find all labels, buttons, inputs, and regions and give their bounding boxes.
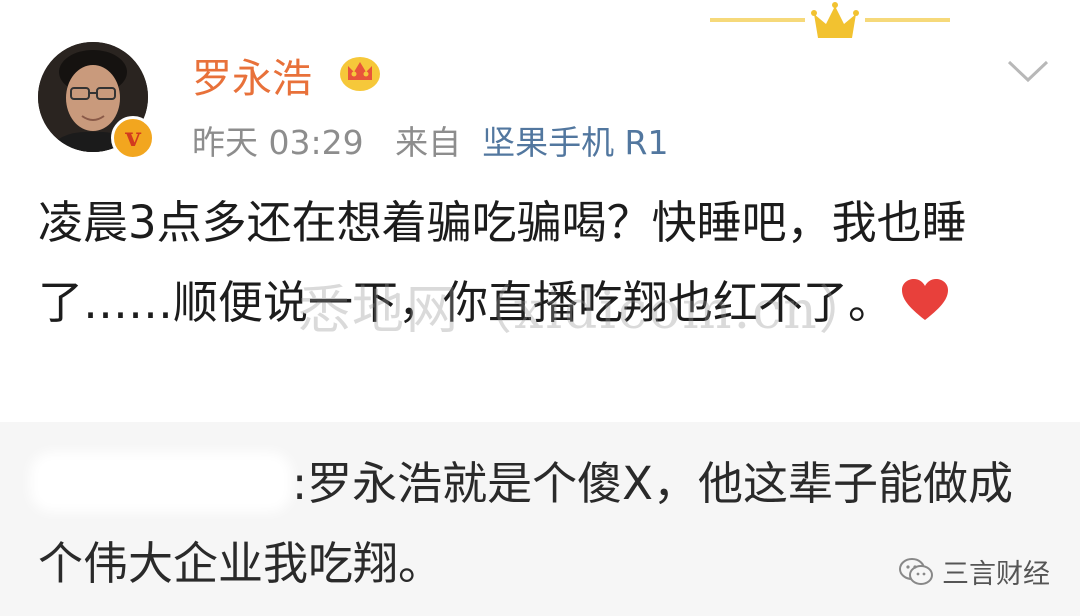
source-link[interactable]: 坚果手机 R1 [482,123,668,162]
post-time: 昨天 03:29 [192,123,364,162]
heart-icon [902,279,949,320]
post-body: 凌晨3点多还在想着骗吃骗喝？快睡吧，我也睡了……顺便说一下，你直播吃翔也红不了。 [38,183,1048,343]
quoted-comment-text: :罗永浩就是个傻X，他这辈子能做成个伟大企业我吃翔。 [38,457,1013,590]
post-text: 凌晨3点多还在想着骗吃骗喝？快睡吧，我也睡了……顺便说一下，你直播吃翔也红不了。 [38,196,967,329]
chevron-down-icon[interactable] [1006,58,1050,84]
crown-decoration-icon [710,2,950,38]
verified-badge-icon: v [111,116,155,160]
source-prefix: 来自 [395,123,462,162]
wechat-icon [899,557,933,585]
post-meta: 昨天 03:29 来自 坚果手机 R1 [192,116,668,164]
username[interactable]: 罗永浩 [192,46,312,104]
wechat-account-name: 三言财经 [942,559,1050,590]
vip-crown-icon [340,57,380,91]
wechat-account-watermark: 三言财经 [898,552,1050,591]
